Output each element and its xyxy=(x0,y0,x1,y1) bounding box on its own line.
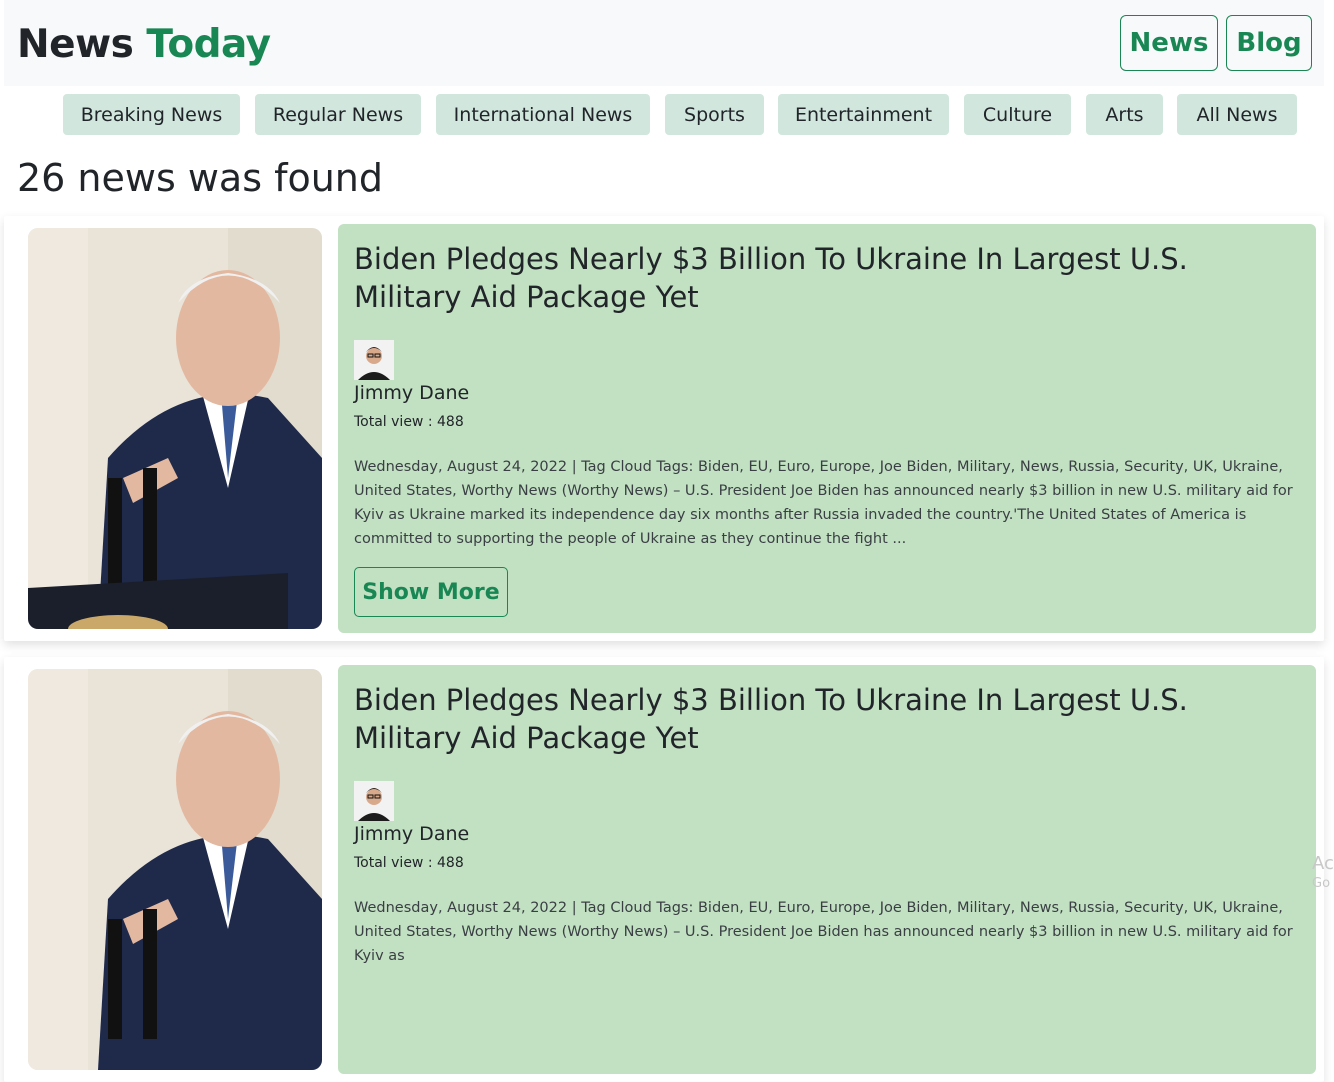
news-thumbnail xyxy=(28,228,322,629)
author-avatar xyxy=(354,781,394,821)
news-card: Biden Pledges Nearly $3 Billion To Ukrai… xyxy=(4,657,1324,1082)
author-avatar xyxy=(354,340,394,380)
category-regular-news[interactable]: Regular News xyxy=(255,94,421,135)
brand-part-1: News xyxy=(17,22,134,67)
category-arts[interactable]: Arts xyxy=(1086,94,1163,135)
navbar: News Today News Blog xyxy=(4,0,1324,86)
show-more-button[interactable]: Show More xyxy=(354,567,508,617)
news-title[interactable]: Biden Pledges Nearly $3 Billion To Ukrai… xyxy=(354,681,1294,757)
blog-nav-button[interactable]: Blog xyxy=(1226,15,1312,71)
news-photo-icon xyxy=(28,228,322,629)
activation-watermark: Ac Go xyxy=(1312,854,1334,894)
view-count: Total view : 488 xyxy=(354,855,464,871)
category-breaking-news[interactable]: Breaking News xyxy=(63,94,240,135)
author-name: Jimmy Dane xyxy=(354,382,470,404)
author-name: Jimmy Dane xyxy=(354,823,470,845)
brand-part-2: Today xyxy=(146,22,271,67)
news-card: Biden Pledges Nearly $3 Billion To Ukrai… xyxy=(4,216,1324,641)
category-all-news[interactable]: All News xyxy=(1177,94,1297,135)
category-entertainment[interactable]: Entertainment xyxy=(778,94,949,135)
news-card-body: Biden Pledges Nearly $3 Billion To Ukrai… xyxy=(338,224,1316,633)
news-photo-icon xyxy=(28,669,322,1070)
view-count: Total view : 488 xyxy=(354,414,464,430)
category-bar: Breaking News Regular News International… xyxy=(0,94,1334,136)
category-sports[interactable]: Sports xyxy=(665,94,764,135)
news-title[interactable]: Biden Pledges Nearly $3 Billion To Ukrai… xyxy=(354,240,1294,316)
news-nav-button[interactable]: News xyxy=(1120,15,1218,71)
category-culture[interactable]: Culture xyxy=(964,94,1071,135)
category-international-news[interactable]: International News xyxy=(436,94,650,135)
brand-logo[interactable]: News Today xyxy=(17,20,271,70)
news-card-body: Biden Pledges Nearly $3 Billion To Ukrai… xyxy=(338,665,1316,1074)
news-thumbnail xyxy=(28,669,322,1070)
news-description: Wednesday, August 24, 2022 | Tag Cloud T… xyxy=(354,900,1293,964)
results-count: 26 news was found xyxy=(17,156,384,200)
watermark-line-2: Go xyxy=(1312,876,1331,891)
watermark-line-1: Ac xyxy=(1312,853,1334,874)
news-description: Wednesday, August 24, 2022 | Tag Cloud T… xyxy=(354,459,1293,547)
